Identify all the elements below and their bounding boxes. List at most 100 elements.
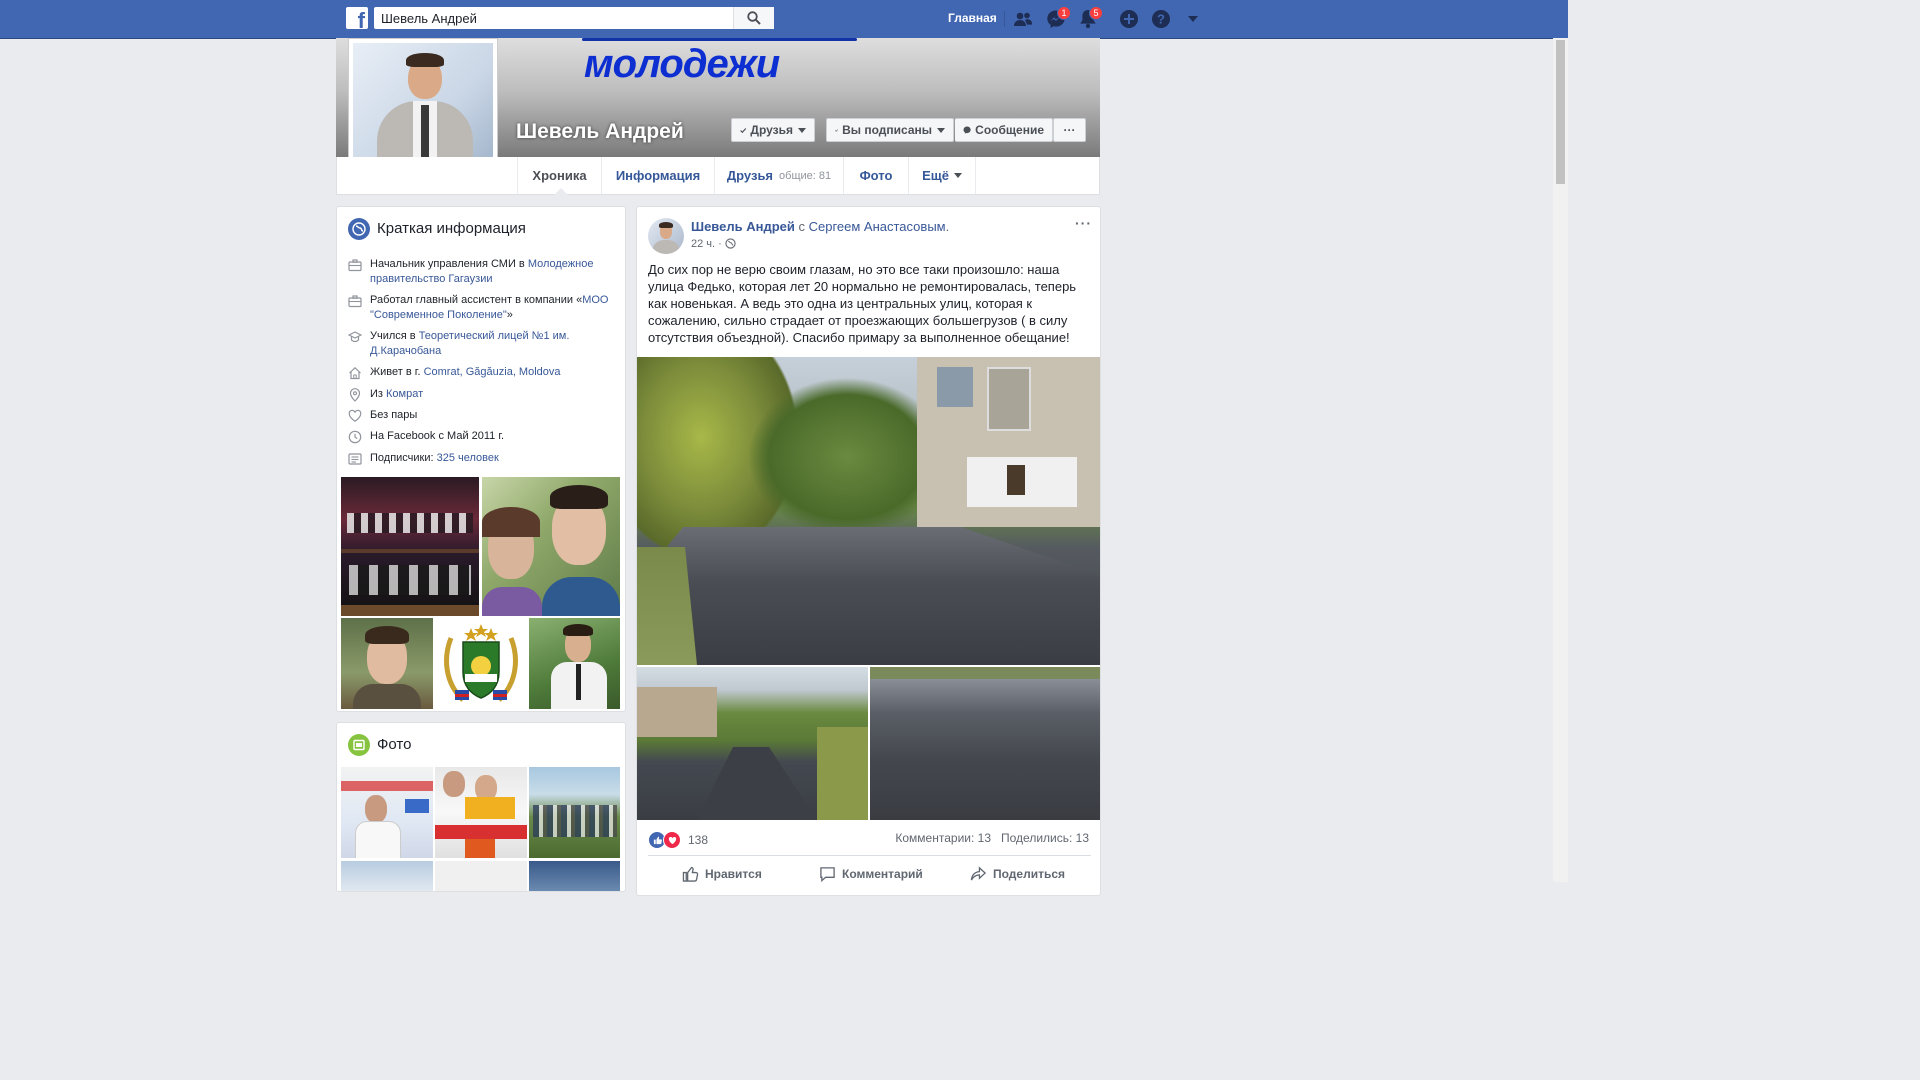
post-author-link[interactable]: Шевель Андрей — [691, 219, 795, 234]
comments-count[interactable]: Комментарии: 13 — [895, 831, 991, 845]
share-button[interactable]: Поделиться — [970, 866, 1065, 882]
svg-text:?: ? — [1157, 12, 1165, 27]
tagged-person-link[interactable]: Сергеем Анастасовым — [809, 219, 946, 234]
comment-button[interactable]: Комментарий — [819, 866, 923, 882]
heart-icon — [348, 409, 362, 423]
graduation-cap-icon — [348, 331, 362, 343]
post-options-button[interactable]: ··· — [1075, 215, 1092, 231]
post-photo-main[interactable] — [637, 357, 1100, 665]
tab-about[interactable]: Информация — [601, 157, 714, 194]
photo-thumb[interactable] — [341, 767, 433, 858]
notifications-badge: 5 — [1089, 6, 1103, 20]
messenger-icon — [963, 126, 971, 134]
thumbs-up-icon — [682, 866, 699, 882]
intro-card: Краткая информация Начальник управления … — [336, 206, 626, 712]
intro-education: Учился в Теоретический лицей №1 им. Д.Ка… — [348, 329, 618, 359]
following-button[interactable]: Вы подписаны — [826, 118, 954, 142]
checkmark-icon — [835, 128, 839, 132]
post-photo-second[interactable] — [637, 667, 868, 820]
post-header: Шевель Андрей с Сергеем Анастасовым. — [691, 219, 950, 234]
hometown-link[interactable]: Комрат — [386, 388, 423, 400]
timeline-post: Шевель Андрей с Сергеем Анастасовым. 22 … — [636, 206, 1101, 896]
intro-followers: Подписчики: 325 человек — [348, 451, 618, 466]
caret-down-icon — [798, 127, 806, 133]
post-text: До сих пор не верю своим глазам, но это … — [648, 262, 1077, 345]
shares-count[interactable]: Поделились: 13 — [1001, 831, 1089, 845]
intro-title: Краткая информация — [377, 220, 526, 237]
profile-tab-bar: Хроника Информация Друзья общие: 81 Фото … — [336, 157, 1100, 195]
intro-joined: На Facebook с Май 2011 г. — [348, 429, 618, 444]
message-button[interactable]: Сообщение — [955, 118, 1053, 142]
love-reaction-icon — [663, 831, 681, 849]
intro-work-2: Работал главный ассистент в компании «МО… — [348, 293, 618, 323]
clock-icon — [348, 430, 362, 444]
like-button[interactable]: Нравится — [682, 866, 762, 882]
tab-more[interactable]: Ещё — [908, 157, 976, 194]
friends-button[interactable]: Друзья — [731, 118, 815, 142]
photo-thumb[interactable] — [341, 861, 433, 891]
cover-banner-text: молодежи — [584, 42, 780, 86]
globe-icon — [348, 218, 370, 240]
featured-photo-portrait[interactable] — [341, 618, 433, 709]
account-menu-button[interactable] — [1182, 8, 1204, 30]
page-scrollbar[interactable] — [1553, 38, 1568, 882]
checkmark-icon — [740, 127, 747, 133]
help-button[interactable]: ? — [1150, 8, 1172, 30]
search-input[interactable] — [374, 7, 729, 29]
friend-requests-button[interactable] — [1012, 8, 1034, 30]
followers-link[interactable]: 325 человек — [437, 452, 499, 464]
coat-of-arms-image — [444, 624, 518, 702]
home-icon — [349, 366, 361, 380]
photo-thumb[interactable] — [529, 767, 620, 858]
intro-hometown: Из Комрат — [348, 387, 618, 402]
top-navigation-bar: f Главная 1 5 ? — [0, 0, 1568, 39]
post-timestamp: 22 ч. · — [691, 238, 736, 250]
share-icon — [970, 866, 987, 881]
comment-icon — [820, 867, 835, 882]
messenger-button[interactable]: 1 — [1045, 6, 1071, 30]
search-button[interactable] — [733, 7, 774, 29]
reactions-summary[interactable]: 138 — [648, 831, 708, 849]
featured-photo-emblem[interactable] — [435, 618, 527, 709]
globe-icon[interactable] — [725, 238, 736, 249]
plus-icon — [1120, 10, 1138, 28]
featured-photo-selfie[interactable] — [482, 477, 620, 616]
messenger-badge: 1 — [1057, 6, 1071, 20]
caret-down-icon — [937, 127, 945, 133]
post-stats: Комментарии: 13 Поделились: 13 — [885, 831, 1089, 845]
photo-thumb[interactable] — [529, 861, 620, 891]
followers-icon — [348, 453, 362, 465]
home-link[interactable]: Главная — [948, 11, 997, 25]
post-time-link[interactable]: 22 ч. — [691, 238, 715, 250]
search-icon — [747, 11, 761, 25]
tab-photos[interactable]: Фото — [843, 157, 908, 194]
profile-name[interactable]: Шевель Андрей — [516, 120, 684, 144]
friends-icon — [1014, 12, 1033, 26]
current-city-link[interactable]: Comrat, Găgăuzia, Moldova — [424, 366, 561, 378]
post-actions-bar: Нравится Комментарий Поделиться — [648, 855, 1091, 886]
more-options-button[interactable]: ··· — [1053, 118, 1086, 142]
notifications-button[interactable]: 5 — [1077, 6, 1103, 30]
location-pin-icon — [349, 388, 361, 402]
post-author-avatar[interactable] — [648, 218, 684, 254]
featured-photo-stage[interactable] — [341, 477, 479, 616]
tab-friends[interactable]: Друзья общие: 81 — [714, 157, 843, 194]
caret-down-icon — [953, 173, 962, 178]
photos-card: Фото — [336, 722, 626, 892]
scrollbar-thumb[interactable] — [1556, 40, 1565, 184]
create-button[interactable] — [1118, 8, 1140, 30]
post-photo-third[interactable] — [870, 667, 1100, 820]
briefcase-icon — [348, 259, 362, 272]
search-box — [374, 7, 774, 29]
photos-title: Фото — [377, 736, 412, 753]
intro-work-1: Начальник управления СМИ в Молодежное пр… — [348, 257, 618, 287]
reaction-count[interactable]: 138 — [688, 833, 708, 847]
facebook-logo[interactable]: f — [346, 7, 368, 32]
featured-photo-outdoor[interactable] — [529, 618, 620, 709]
photo-icon — [348, 734, 370, 756]
question-icon: ? — [1152, 10, 1170, 28]
photo-thumb[interactable] — [435, 861, 527, 891]
briefcase-icon — [348, 295, 362, 308]
photo-thumb[interactable] — [435, 767, 527, 858]
nav-divider — [1004, 11, 1005, 27]
